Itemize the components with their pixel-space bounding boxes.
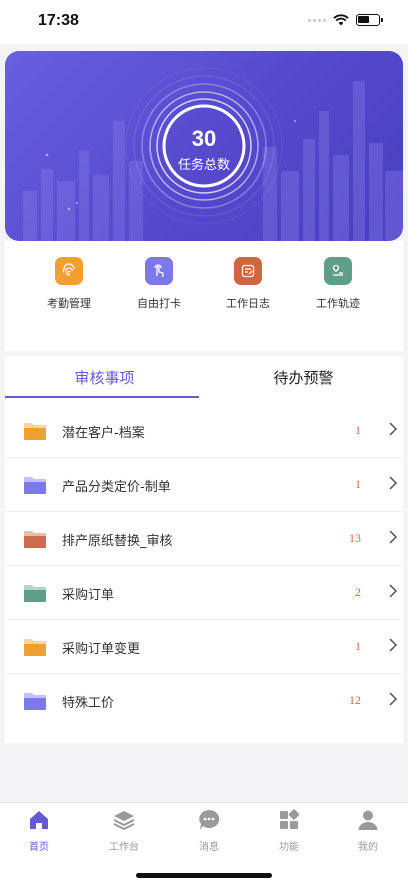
- tap-icon: [145, 257, 173, 285]
- tabbar-label: 功能: [279, 842, 299, 853]
- folder-icon: [24, 585, 46, 602]
- quick-action-label: 工作日志: [226, 297, 270, 310]
- message-icon: [199, 809, 220, 830]
- profile-icon: [358, 810, 378, 830]
- quick-actions: 考勤管理 自由打卡 工作日志 工作轨迹: [5, 241, 403, 351]
- tabbar-label: 我的: [358, 842, 378, 853]
- quick-action-work-log[interactable]: 工作日志: [208, 257, 288, 311]
- list-item-label: 潜在客户-档案: [62, 426, 145, 441]
- folder-icon: [24, 531, 46, 548]
- list-item[interactable]: 潜在客户-档案 1: [5, 404, 403, 458]
- task-label: 任务总数: [177, 158, 230, 173]
- list-item-count: 1: [355, 477, 361, 491]
- bottom-tab-bar: 首页 工作台 消息 功能 我的: [0, 802, 408, 883]
- battery-icon: [356, 14, 383, 26]
- home-indicator: [136, 873, 272, 878]
- quick-action-label: 考勤管理: [47, 297, 91, 310]
- folder-icon: [24, 423, 46, 440]
- list-item[interactable]: 产品分类定价-制单 1: [5, 458, 403, 512]
- folder-icon: [24, 477, 46, 494]
- wifi-icon: [333, 14, 349, 26]
- list-item-label: 产品分类定价-制单: [62, 480, 171, 495]
- tabbar-item-workbench[interactable]: 工作台: [94, 809, 154, 853]
- quick-action-work-track[interactable]: 工作轨迹: [298, 257, 378, 311]
- quick-action-free-checkin[interactable]: 自由打卡: [119, 257, 199, 311]
- tabbar-item-functions[interactable]: 功能: [259, 809, 319, 853]
- task-count: 30: [191, 126, 217, 151]
- chevron-right-icon: [389, 530, 398, 544]
- list-item[interactable]: 采购订单变更 1: [5, 620, 403, 674]
- list-item-count: 1: [355, 423, 361, 437]
- layers-icon: [113, 811, 135, 831]
- list-item-count: 1: [355, 639, 361, 653]
- quick-action-label: 工作轨迹: [316, 297, 360, 310]
- list-item[interactable]: 特殊工价 12: [5, 674, 403, 728]
- list-item-label: 采购订单: [62, 588, 115, 603]
- home-icon: [30, 811, 48, 829]
- chevron-right-icon: [389, 422, 398, 436]
- folder-icon: [24, 639, 46, 656]
- quick-action-attendance[interactable]: 考勤管理: [29, 257, 109, 311]
- fingerprint-icon: [55, 257, 83, 285]
- task-banner[interactable]: 30 任务总数: [5, 51, 403, 241]
- list-item-label: 采购订单变更: [62, 642, 141, 657]
- list-item[interactable]: 采购订单 2: [5, 566, 403, 620]
- tabbar-item-profile[interactable]: 我的: [338, 809, 398, 853]
- status-icons: [308, 14, 383, 26]
- tabbar-item-messages[interactable]: 消息: [179, 809, 239, 853]
- tab-todo-warning[interactable]: 待办预警: [204, 367, 403, 388]
- chevron-right-icon: [389, 692, 398, 706]
- quick-action-label: 自由打卡: [137, 297, 181, 310]
- chevron-right-icon: [389, 584, 398, 598]
- list-item-label: 排产原纸替换_审核: [62, 534, 173, 549]
- grid-icon: [280, 809, 300, 829]
- tabbar-item-home[interactable]: 首页: [9, 809, 69, 853]
- chevron-right-icon: [389, 476, 398, 490]
- tab-active-indicator: [5, 396, 199, 398]
- list-item-count: 13: [349, 531, 361, 545]
- list-item-label: 特殊工价: [62, 696, 115, 711]
- review-list-card: 审核事项 待办预警 潜在客户-档案 1 产品分类定价-制单 1 排产原纸替换_审…: [5, 356, 403, 743]
- tabbar-label: 首页: [29, 842, 49, 853]
- folder-icon: [24, 693, 46, 710]
- tabbar-label: 工作台: [109, 842, 139, 853]
- list-item-count: 2: [355, 585, 361, 599]
- signal-icon: [308, 18, 326, 22]
- tab-bar-top: 审核事项 待办预警: [5, 356, 403, 398]
- tab-review[interactable]: 审核事项: [5, 367, 204, 388]
- list-item-count: 12: [349, 693, 361, 707]
- note-icon: [234, 257, 262, 285]
- status-time: 17:38: [38, 12, 79, 29]
- chevron-right-icon: [389, 638, 398, 652]
- track-icon: [324, 257, 352, 285]
- tabbar-label: 消息: [199, 842, 219, 853]
- list-item[interactable]: 排产原纸替换_审核 13: [5, 512, 403, 566]
- status-bar: 17:38: [0, 0, 408, 44]
